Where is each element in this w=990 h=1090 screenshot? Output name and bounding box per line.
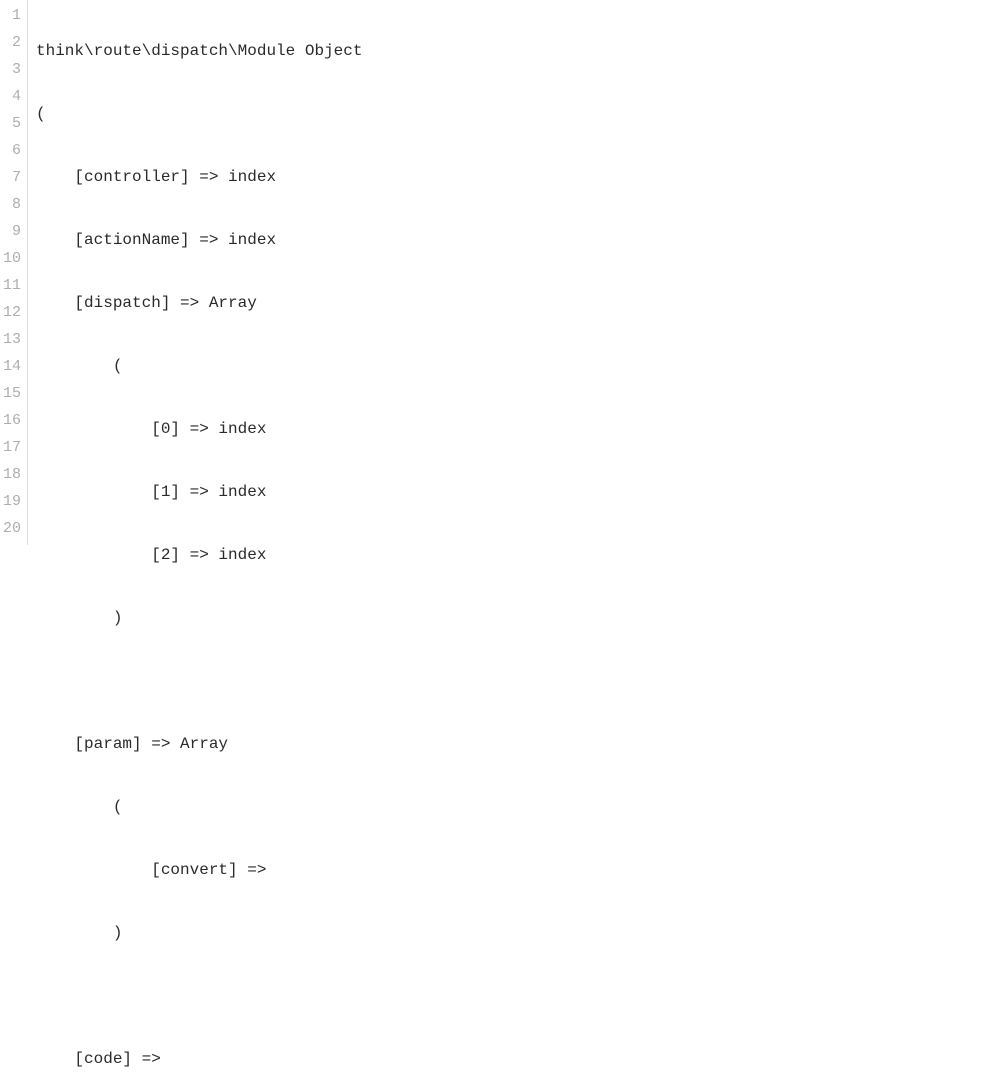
line-number: 16: [2, 407, 21, 434]
code-line: think\route\dispatch\Module Object: [36, 38, 990, 65]
line-number: 15: [2, 380, 21, 407]
code-line: (: [36, 101, 990, 128]
line-number: 10: [2, 245, 21, 272]
code-line: [convert] =>: [36, 857, 990, 884]
line-number: 5: [2, 110, 21, 137]
line-number: 4: [2, 83, 21, 110]
line-number: 19: [2, 488, 21, 515]
line-number: 7: [2, 164, 21, 191]
line-number: 1: [2, 2, 21, 29]
code-block: 1 2 3 4 5 6 7 8 9 10 11 12 13 14 15 16 1…: [0, 0, 990, 545]
line-number: 2: [2, 29, 21, 56]
code-line: [2] => index: [36, 542, 990, 569]
code-line: [dispatch] => Array: [36, 290, 990, 317]
code-line: ): [36, 920, 990, 947]
line-number: 14: [2, 353, 21, 380]
code-line: [0] => index: [36, 416, 990, 443]
code-line: [36, 983, 990, 1010]
code-line: (: [36, 353, 990, 380]
line-number: 3: [2, 56, 21, 83]
code-line: [36, 668, 990, 695]
line-number: 17: [2, 434, 21, 461]
code-line: [1] => index: [36, 479, 990, 506]
line-number: 6: [2, 137, 21, 164]
code-line: ): [36, 605, 990, 632]
line-number: 13: [2, 326, 21, 353]
code-line: [controller] => index: [36, 164, 990, 191]
code-line: [actionName] => index: [36, 227, 990, 254]
line-number: 9: [2, 218, 21, 245]
line-number: 11: [2, 272, 21, 299]
code-line: [param] => Array: [36, 731, 990, 758]
line-number: 8: [2, 191, 21, 218]
line-number-gutter: 1 2 3 4 5 6 7 8 9 10 11 12 13 14 15 16 1…: [0, 0, 28, 545]
code-line: [code] =>: [36, 1046, 990, 1073]
line-number: 20: [2, 515, 21, 542]
code-line: (: [36, 794, 990, 821]
code-content[interactable]: think\route\dispatch\Module Object ( [co…: [28, 0, 990, 545]
line-number: 18: [2, 461, 21, 488]
line-number: 12: [2, 299, 21, 326]
